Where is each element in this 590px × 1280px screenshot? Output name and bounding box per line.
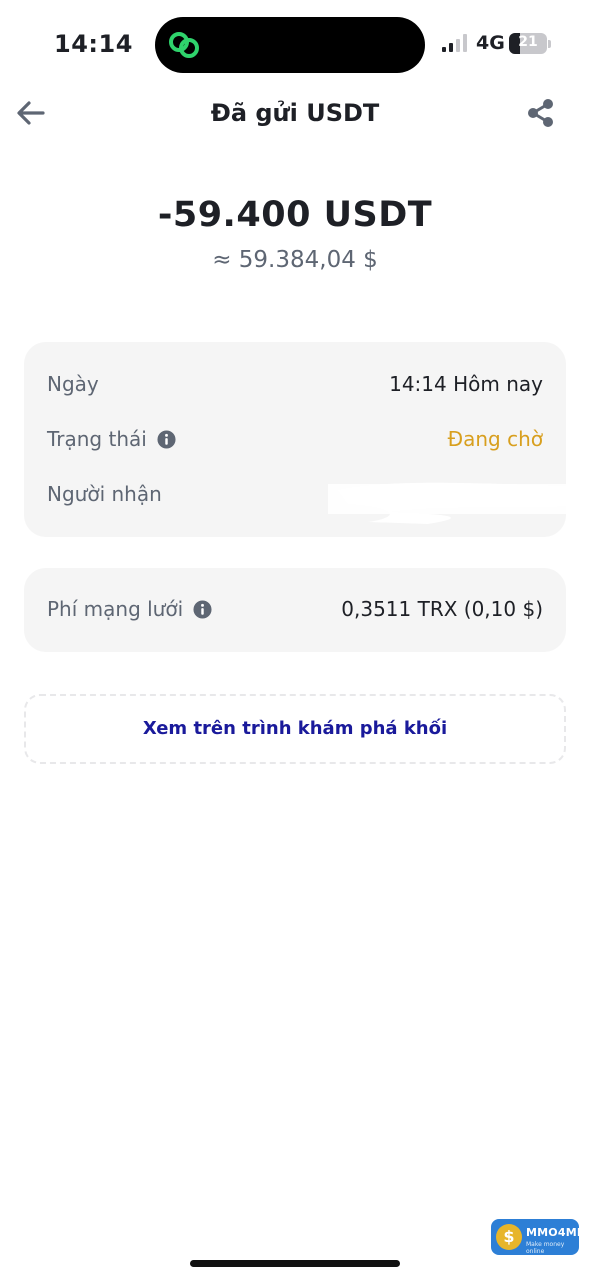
view-on-explorer-button[interactable]: Xem trên trình khám phá khối: [24, 694, 566, 764]
dynamic-island: [155, 17, 425, 73]
share-icon[interactable]: [524, 96, 558, 130]
status-label-wrap: Trạng thái: [47, 427, 176, 451]
page-title: Đã gửi USDT: [210, 99, 380, 127]
link-chain-icon: [169, 32, 199, 58]
redacted-address: [328, 482, 566, 524]
status-label: Trạng thái: [47, 427, 147, 451]
status-value: Đang chờ: [447, 427, 543, 451]
recipient-label: Người nhận: [47, 482, 162, 506]
watermark-brand: MMO4ME: [526, 1226, 585, 1239]
status-bar: 14:14 4G 21: [0, 0, 590, 86]
info-icon[interactable]: [193, 599, 212, 619]
date-row: Ngày 14:14 Hôm nay: [47, 372, 543, 402]
fee-value: 0,3511 TRX (0,10 $): [341, 597, 543, 621]
battery-level: 21: [518, 34, 538, 50]
watermark-tagline: Make money online: [526, 1241, 565, 1255]
date-value: 14:14 Hôm nay: [389, 372, 543, 396]
network-type: 4G: [476, 32, 505, 54]
watermark-logo: $ MMO4ME Make money online: [491, 1219, 584, 1255]
fee-card: Phí mạng lưới 0,3511 TRX (0,10 $): [24, 568, 566, 652]
fee-label-wrap: Phí mạng lưới: [47, 597, 212, 621]
status-time: 14:14: [54, 30, 133, 58]
date-label: Ngày: [47, 372, 99, 396]
details-card: Ngày 14:14 Hôm nay Trạng thái Đang chờ N…: [24, 342, 566, 537]
status-row: Trạng thái Đang chờ: [47, 427, 543, 457]
battery-icon: 21: [509, 33, 547, 54]
battery-cap: [548, 40, 551, 48]
signal-icon: [442, 34, 467, 52]
fiat-equivalent: ≈ 59.384,04 $: [212, 247, 378, 273]
fee-label: Phí mạng lưới: [47, 597, 184, 621]
home-indicator[interactable]: [190, 1260, 400, 1267]
coin-icon: $: [496, 1224, 522, 1250]
info-icon[interactable]: [157, 429, 176, 449]
transaction-amount: -59.400 USDT: [157, 195, 433, 235]
header: Đã gửi USDT: [0, 88, 590, 140]
fee-row: Phí mạng lưới 0,3511 TRX (0,10 $): [47, 597, 543, 627]
